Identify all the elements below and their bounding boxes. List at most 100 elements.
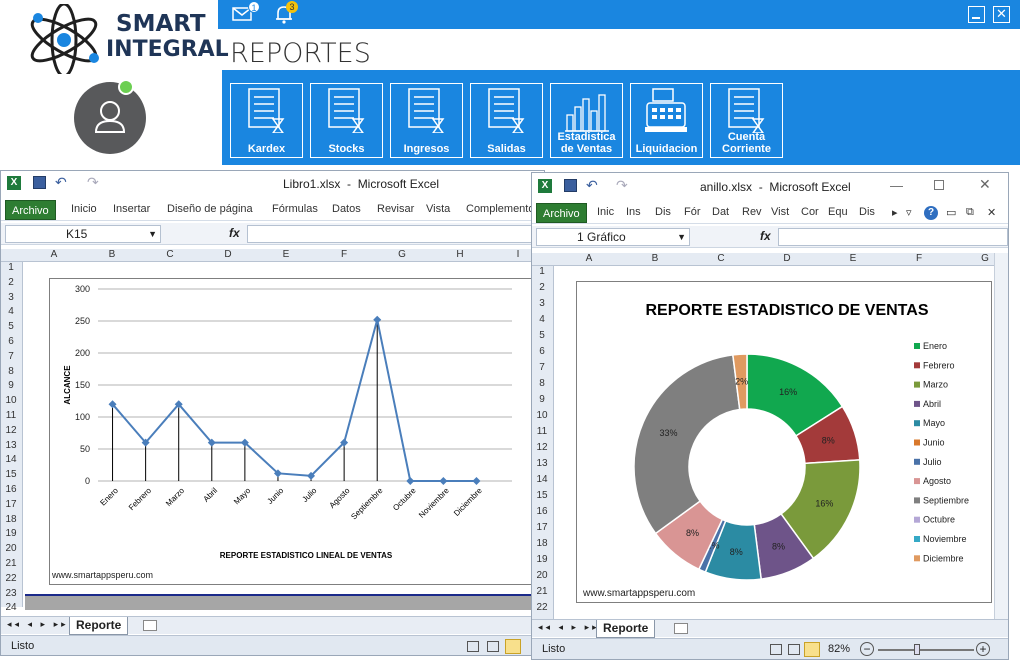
row-header[interactable]: 9	[1, 380, 21, 391]
close-button[interactable]: ✕	[979, 176, 991, 193]
row-header[interactable]: 18	[1, 514, 21, 525]
row-header[interactable]: 6	[532, 346, 552, 357]
ribbon-tab[interactable]: Fórmulas	[272, 203, 318, 215]
ribbon-tab[interactable]: Vista	[426, 203, 450, 215]
archivo-tab[interactable]: Archivo	[5, 200, 56, 220]
redo-icon[interactable]: ↷	[616, 177, 628, 194]
ribbon-tab[interactable]: Datos	[332, 203, 361, 215]
row-header[interactable]: 11	[1, 410, 21, 421]
ribbon-tab[interactable]: Vist	[771, 206, 789, 218]
ribbon-scroll-right-icon[interactable]: ▸	[892, 206, 898, 219]
column-header[interactable]: D	[199, 249, 257, 260]
report-button-6[interactable]: Cuenta Corriente	[710, 83, 783, 158]
zoom-in-icon[interactable]: +	[976, 642, 990, 656]
ribbon-tab[interactable]: Insertar	[113, 203, 150, 215]
sheet-nav-arrows[interactable]: ◂◂ ◂ ▸ ▸▸	[7, 619, 69, 630]
ribbon-tab[interactable]: Inic	[597, 206, 614, 218]
column-header[interactable]: B	[83, 249, 141, 260]
row-header[interactable]: 9	[532, 394, 552, 405]
row-header[interactable]: 21	[1, 558, 21, 569]
view-pagebreak-icon[interactable]	[505, 639, 521, 654]
ribbon-tab[interactable]: Fór	[684, 206, 701, 218]
view-pagebreak-icon[interactable]	[804, 642, 820, 657]
maximize-button[interactable]	[934, 180, 944, 190]
report-button-2[interactable]: Ingresos	[390, 83, 463, 158]
sheet-tab-reporte[interactable]: Reporte	[69, 617, 129, 635]
row-header[interactable]: 15	[532, 490, 552, 501]
ribbon-tab[interactable]: Equ	[828, 206, 848, 218]
help-icon[interactable]: ?	[924, 206, 938, 220]
report-button-1[interactable]: Stocks	[310, 83, 383, 158]
row-header[interactable]: 17	[532, 522, 552, 533]
ribbon-tab[interactable]: Complemento	[466, 203, 534, 215]
new-sheet-icon[interactable]	[143, 620, 157, 631]
zoom-slider[interactable]	[878, 644, 974, 655]
close-button[interactable]: ✕	[993, 6, 1010, 23]
ribbon-collapse-icon[interactable]: ▿	[906, 206, 912, 219]
window-min-icon[interactable]: ▭	[946, 206, 956, 219]
donut-chart[interactable]: REPORTE ESTADISTICO DE VENTAS 16% 8% 16% 8% 8…	[576, 281, 992, 603]
column-header[interactable]: E	[257, 249, 315, 260]
report-button-0[interactable]: Kardex	[230, 83, 303, 158]
column-header[interactable]: D	[754, 253, 820, 264]
ribbon-tab[interactable]: Rev	[742, 206, 762, 218]
row-header[interactable]: 2	[1, 277, 21, 288]
view-normal-icon[interactable]	[467, 641, 479, 652]
new-sheet-icon[interactable]	[674, 623, 688, 634]
ribbon-tab[interactable]: Dis	[655, 206, 671, 218]
column-header[interactable]: G	[373, 249, 431, 260]
row-header[interactable]: 22	[1, 573, 21, 584]
column-header[interactable]: F	[315, 249, 373, 260]
row-header[interactable]: 20	[532, 570, 552, 581]
row-header[interactable]: 24	[1, 602, 21, 613]
view-layout-icon[interactable]	[487, 641, 499, 652]
ribbon-tab[interactable]: Dat	[712, 206, 729, 218]
row-header[interactable]: 13	[532, 458, 552, 469]
vertical-scrollbar[interactable]	[994, 253, 1008, 619]
row-header[interactable]: 7	[532, 362, 552, 373]
row-header[interactable]: 23	[1, 588, 21, 599]
row-header[interactable]: 5	[532, 330, 552, 341]
row-header[interactable]: 19	[532, 554, 552, 565]
minimize-button[interactable]	[968, 6, 985, 23]
fx-icon[interactable]: fx	[760, 229, 771, 243]
fx-icon[interactable]: fx	[229, 226, 240, 240]
archivo-tab[interactable]: Archivo	[536, 203, 587, 223]
line-chart[interactable]: 0 50 100 150 200 250 300 ALCANCE Enero Febrero Mar…	[49, 278, 537, 585]
row-header[interactable]: 6	[1, 336, 21, 347]
row-header[interactable]: 8	[532, 378, 552, 389]
row-header[interactable]: 1	[532, 266, 552, 277]
window-close-icon[interactable]: ✕	[987, 206, 996, 219]
row-header[interactable]: 4	[532, 314, 552, 325]
window-restore-icon[interactable]: ⧉	[966, 206, 974, 219]
row-header[interactable]: 16	[532, 506, 552, 517]
report-button-3[interactable]: Salidas	[470, 83, 543, 158]
column-header[interactable]: C	[141, 249, 199, 260]
row-header[interactable]: 21	[532, 586, 552, 597]
row-header[interactable]: 5	[1, 321, 21, 332]
view-normal-icon[interactable]	[770, 644, 782, 655]
row-header[interactable]: 18	[532, 538, 552, 549]
row-header[interactable]: 14	[1, 454, 21, 465]
row-header[interactable]: 12	[1, 425, 21, 436]
row-header[interactable]: 20	[1, 543, 21, 554]
row-header[interactable]: 2	[532, 282, 552, 293]
ribbon-tab[interactable]: Dis	[859, 206, 875, 218]
row-header[interactable]: 10	[532, 410, 552, 421]
row-header[interactable]: 19	[1, 528, 21, 539]
row-header[interactable]: 1	[1, 262, 21, 273]
user-avatar[interactable]	[74, 82, 146, 154]
formula-input[interactable]	[247, 225, 544, 243]
row-header[interactable]: 4	[1, 306, 21, 317]
save-icon[interactable]	[33, 176, 46, 189]
redo-icon[interactable]: ↷	[87, 174, 99, 191]
row-header[interactable]: 22	[532, 602, 552, 613]
report-button-4[interactable]: Estadistica de Ventas	[550, 83, 623, 158]
sheet-tab-reporte[interactable]: Reporte	[596, 620, 656, 638]
ribbon-tab[interactable]: Cor	[801, 206, 819, 218]
ribbon-tab[interactable]: Revisar	[377, 203, 414, 215]
row-header[interactable]: 10	[1, 395, 21, 406]
column-header[interactable]: H	[431, 249, 489, 260]
row-header[interactable]: 7	[1, 351, 21, 362]
name-box[interactable]: K15 ▼	[5, 225, 161, 243]
